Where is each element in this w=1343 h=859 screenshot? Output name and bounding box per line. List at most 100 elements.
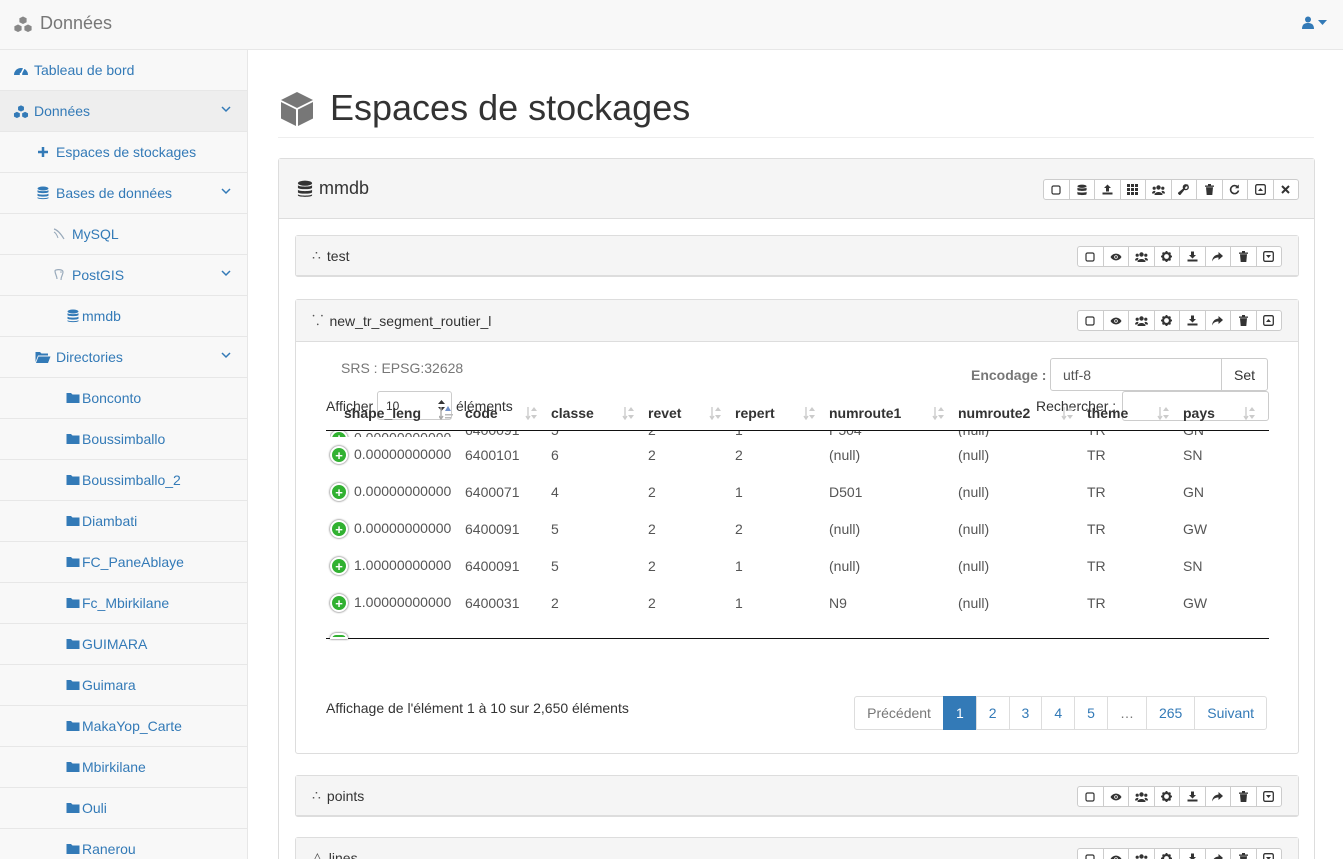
pagination-page-3[interactable]: 3 xyxy=(1008,696,1043,730)
settings-button[interactable] xyxy=(1170,179,1197,200)
expand-row-icon[interactable]: + xyxy=(330,483,348,502)
sidebar-item-directory[interactable]: Boussimballo_2 xyxy=(0,460,247,501)
user-menu[interactable] xyxy=(1302,16,1327,29)
expand-row-icon[interactable]: + xyxy=(330,557,348,576)
sidebar-item-directory[interactable]: Diambati xyxy=(0,501,247,542)
sidebar-item-directory[interactable]: Boussimballo xyxy=(0,419,247,460)
table-row[interactable]: +1.00000000000 6400091 5 2 1 (null) (null) TR SN xyxy=(326,548,1269,585)
column-header[interactable]: classe xyxy=(551,396,648,431)
column-header[interactable]: theme xyxy=(1087,396,1183,431)
column-header[interactable]: numroute2 xyxy=(958,396,1087,431)
sidebar-item-directory[interactable]: Ouli xyxy=(0,788,247,829)
table-row[interactable]: +1.00000000000 6400031 2 2 1 N9 (null) TR GW xyxy=(326,585,1269,622)
users-button[interactable] xyxy=(1128,848,1155,859)
column-header[interactable]: repert xyxy=(735,396,829,431)
folder-icon xyxy=(66,474,80,486)
select-button[interactable] xyxy=(1077,786,1104,807)
pagination-prev-button[interactable]: Précédent xyxy=(854,696,944,730)
close-button[interactable] xyxy=(1272,179,1299,200)
view-button[interactable] xyxy=(1102,246,1129,267)
settings-button[interactable] xyxy=(1153,786,1180,807)
sort-icon xyxy=(1243,406,1259,423)
share-button[interactable] xyxy=(1204,246,1231,267)
table-row[interactable]: +0.00000000000 6400091 5 2 2 (null) (null) TR GW xyxy=(326,511,1269,548)
sidebar-item-directory[interactable]: MakaYop_Carte xyxy=(0,706,247,747)
view-button[interactable] xyxy=(1102,848,1129,859)
sidebar-item-directory[interactable]: Guimara xyxy=(0,665,247,706)
collapse-button[interactable] xyxy=(1247,179,1274,200)
column-header[interactable]: shape_leng xyxy=(326,396,465,431)
select-button[interactable] xyxy=(1043,179,1070,200)
delete-button[interactable] xyxy=(1230,246,1257,267)
sidebar-item-dashboard[interactable]: Tableau de bord xyxy=(0,50,247,91)
expand-row-icon[interactable]: + xyxy=(330,594,348,613)
sidebar-item-espaces-de-stockages[interactable]: Espaces de stockages xyxy=(0,132,247,173)
settings-button[interactable] xyxy=(1153,246,1180,267)
sidebar-item-directory[interactable]: GUIMARA xyxy=(0,624,247,665)
users-button[interactable] xyxy=(1128,310,1155,331)
sidebar-item-postgis[interactable]: PostGIS xyxy=(0,255,247,296)
sidebar-item-bases-de-donnees[interactable]: Bases de données xyxy=(0,173,247,214)
download-button[interactable] xyxy=(1179,246,1206,267)
users-button[interactable] xyxy=(1128,246,1155,267)
pagination-page-2[interactable]: 2 xyxy=(975,696,1010,730)
select-button[interactable] xyxy=(1077,246,1104,267)
expand-row-icon[interactable] xyxy=(330,632,348,639)
column-header[interactable]: numroute1 xyxy=(829,396,958,431)
delete-button[interactable] xyxy=(1230,848,1257,859)
settings-button[interactable] xyxy=(1153,310,1180,331)
users-button[interactable] xyxy=(1128,786,1155,807)
share-button[interactable] xyxy=(1204,786,1231,807)
add-table-button[interactable] xyxy=(1068,179,1095,200)
expand-button[interactable] xyxy=(1255,786,1282,807)
set-encoding-button[interactable]: Set xyxy=(1221,358,1268,391)
sidebar-item-directory[interactable]: Mbirkilane xyxy=(0,747,247,788)
table-row[interactable]: +0.000000000006400091521P504(null)TRGN xyxy=(326,430,1269,437)
upload-button[interactable] xyxy=(1094,179,1121,200)
sidebar-item-mmdb[interactable]: mmdb xyxy=(0,296,247,337)
expand-row-icon[interactable]: + xyxy=(330,520,348,539)
encoding-input[interactable]: utf-8 xyxy=(1050,358,1223,391)
sidebar-item-directories[interactable]: Directories xyxy=(0,337,247,378)
column-header[interactable]: code xyxy=(465,396,551,431)
select-button[interactable] xyxy=(1077,310,1104,331)
refresh-button[interactable] xyxy=(1221,179,1248,200)
settings-button[interactable] xyxy=(1153,848,1180,859)
pagination-page-4[interactable]: 4 xyxy=(1041,696,1076,730)
table-row[interactable]: +0.00000000000 6400101 6 2 2 (null) (null) TR SN xyxy=(326,437,1269,474)
brand[interactable]: Données xyxy=(12,13,112,34)
sidebar-item-directory[interactable]: FC_PaneAblaye xyxy=(0,542,247,583)
sidebar-item-directory[interactable]: Fc_Mbirkilane xyxy=(0,583,247,624)
sidebar-item-mysql[interactable]: MySQL xyxy=(0,214,247,255)
dashboard-icon xyxy=(12,64,30,76)
expand-row-icon[interactable]: + xyxy=(330,446,348,465)
table-row[interactable]: +0.00000000000 6400071 4 2 1 D501 (null) TR GN xyxy=(326,474,1269,511)
column-header[interactable]: revet xyxy=(648,396,735,431)
pagination-page-1[interactable]: 1 xyxy=(942,696,977,730)
pagination-page-265[interactable]: 265 xyxy=(1145,696,1196,730)
expand-row-icon[interactable]: + xyxy=(330,430,348,437)
sidebar-item-directory[interactable]: Bonconto xyxy=(0,378,247,419)
select-button[interactable] xyxy=(1077,848,1104,859)
view-button[interactable] xyxy=(1102,786,1129,807)
download-button[interactable] xyxy=(1179,786,1206,807)
data-table: shape_leng code classe revet repert numroute1… xyxy=(326,396,1269,639)
share-button[interactable] xyxy=(1204,310,1231,331)
download-button[interactable] xyxy=(1179,310,1206,331)
pagination-page-5[interactable]: 5 xyxy=(1074,696,1108,730)
column-header[interactable]: pays xyxy=(1183,396,1269,431)
expand-button[interactable] xyxy=(1255,246,1282,267)
view-button[interactable] xyxy=(1102,310,1129,331)
pagination-next-button[interactable]: Suivant xyxy=(1194,696,1267,730)
sidebar-item-directory[interactable]: Ranerou xyxy=(0,829,247,859)
download-button[interactable] xyxy=(1179,848,1206,859)
users-button[interactable] xyxy=(1145,179,1172,200)
delete-button[interactable] xyxy=(1230,786,1257,807)
expand-button[interactable] xyxy=(1255,848,1282,859)
sidebar-item-donnees[interactable]: Données xyxy=(0,91,247,132)
delete-button[interactable] xyxy=(1230,310,1257,331)
grid-button[interactable] xyxy=(1119,179,1146,200)
delete-button[interactable] xyxy=(1196,179,1223,200)
share-button[interactable] xyxy=(1204,848,1231,859)
collapse-button[interactable] xyxy=(1255,310,1282,331)
